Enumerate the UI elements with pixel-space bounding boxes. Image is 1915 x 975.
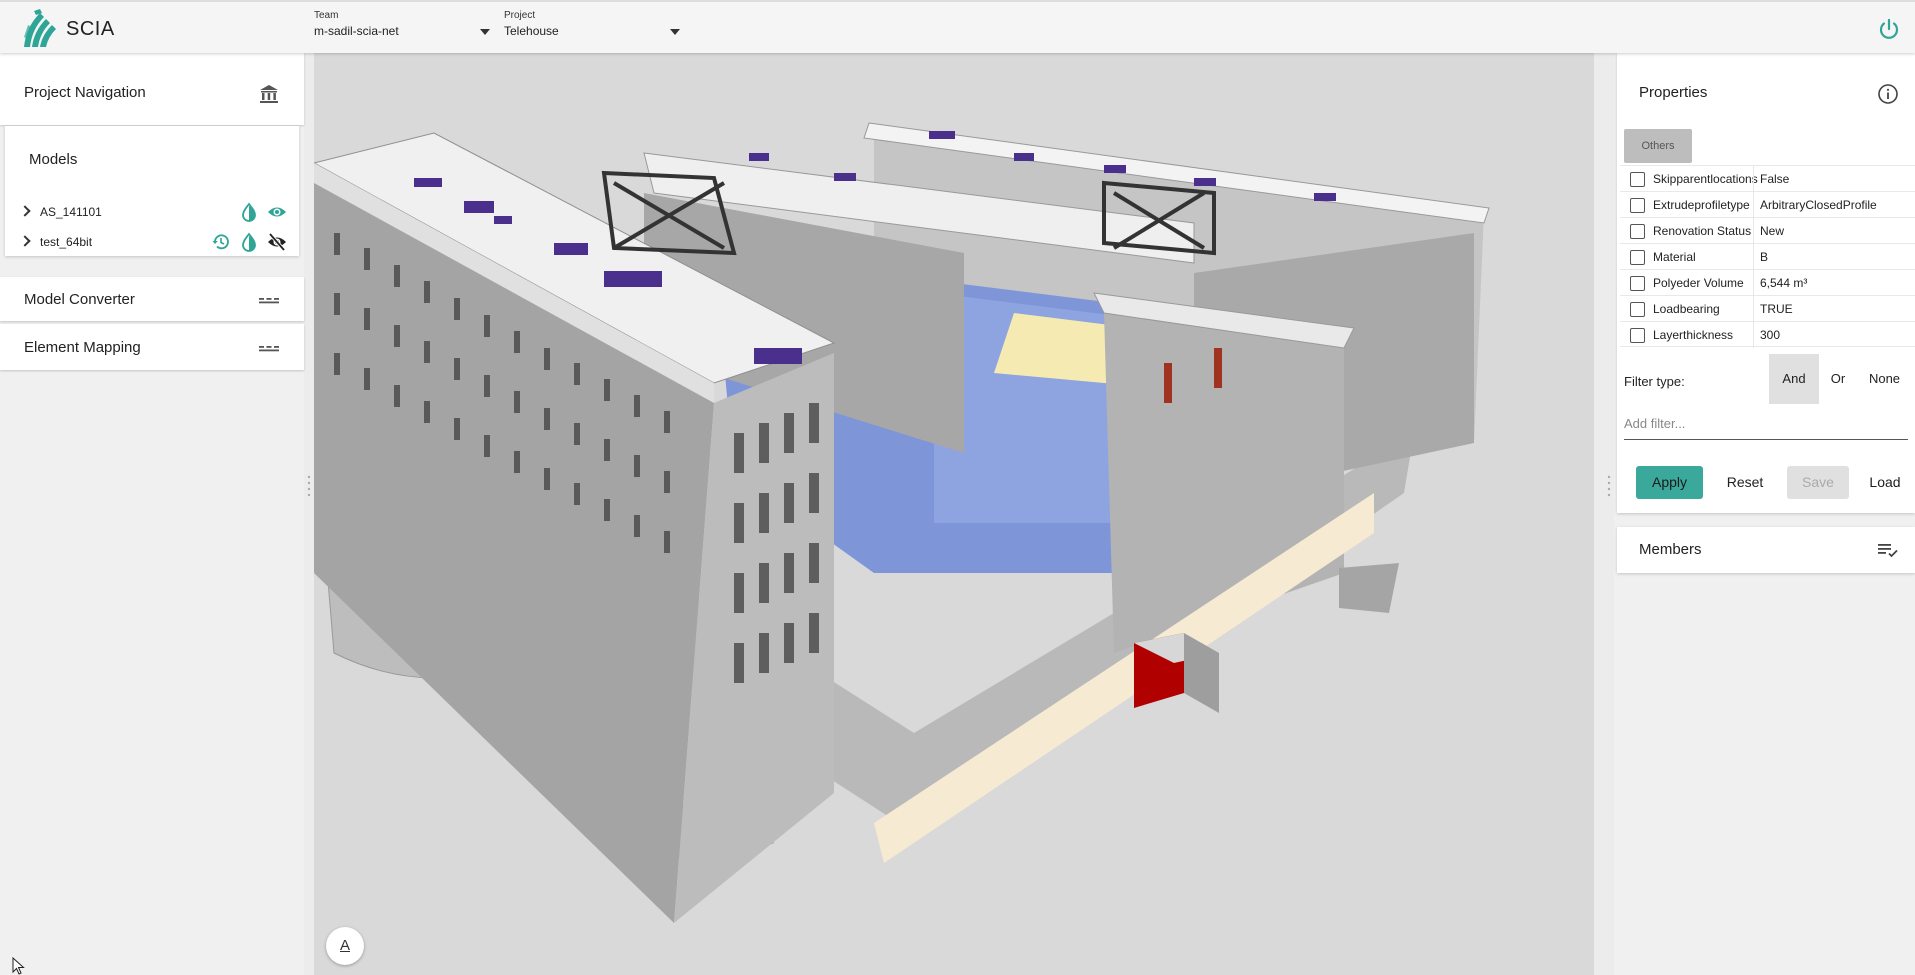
property-name: Layerthickness xyxy=(1653,328,1734,342)
chevron-right-icon[interactable] xyxy=(19,205,31,217)
bank-icon[interactable] xyxy=(258,83,280,105)
property-value: 300 xyxy=(1753,322,1780,348)
property-value: TRUE xyxy=(1753,296,1793,322)
chevron-down-icon xyxy=(480,29,490,35)
scia-logo-icon xyxy=(24,9,56,47)
property-name: Skipparentlocations xyxy=(1653,172,1758,186)
properties-card: Properties Others Skipparentlocations Fa… xyxy=(1617,53,1915,513)
info-icon[interactable] xyxy=(1877,83,1899,105)
right-splitter-handle[interactable] xyxy=(1606,473,1612,503)
team-selector[interactable]: Team m-sadil-scia-net xyxy=(314,10,490,46)
property-checkbox[interactable] xyxy=(1630,276,1645,291)
right-panel: Properties Others Skipparentlocations Fa… xyxy=(1614,53,1915,975)
eye-off-icon[interactable] xyxy=(267,232,287,252)
left-splitter-handle[interactable] xyxy=(306,473,312,503)
mouse-cursor-icon xyxy=(12,957,25,975)
property-checkbox[interactable] xyxy=(1630,250,1645,265)
history-icon[interactable] xyxy=(211,232,231,252)
property-checkbox[interactable] xyxy=(1630,224,1645,239)
converter-icon[interactable] xyxy=(258,289,280,311)
property-row: Loadbearing TRUE xyxy=(1620,295,1915,322)
chevron-down-icon xyxy=(670,29,680,35)
element-mapping-card[interactable]: Element Mapping xyxy=(0,324,304,370)
mapping-icon[interactable] xyxy=(258,337,280,359)
load-button[interactable]: Load xyxy=(1855,466,1915,499)
filter-type-label: Filter type: xyxy=(1624,374,1685,389)
filter-or-button[interactable]: Or xyxy=(1819,354,1857,404)
models-title: Models xyxy=(29,151,78,168)
property-name: Polyeder Volume xyxy=(1653,276,1744,290)
project-label: Project xyxy=(504,10,536,21)
filter-and-button[interactable]: And xyxy=(1769,354,1819,404)
project-value: Telehouse xyxy=(504,24,559,38)
property-checkbox[interactable] xyxy=(1630,172,1645,187)
property-value: B xyxy=(1753,244,1768,270)
element-mapping-title: Element Mapping xyxy=(24,339,141,356)
model-converter-title: Model Converter xyxy=(24,291,135,308)
members-card[interactable]: Members xyxy=(1617,527,1915,573)
tab-others[interactable]: Others xyxy=(1624,129,1692,163)
property-row: Material B xyxy=(1620,243,1915,270)
chevron-right-icon[interactable] xyxy=(19,235,31,247)
save-button[interactable]: Save xyxy=(1787,466,1849,499)
property-row: Skipparentlocations False xyxy=(1620,165,1915,192)
model-converter-card[interactable]: Model Converter xyxy=(0,277,304,321)
team-value: m-sadil-scia-net xyxy=(314,24,399,38)
property-checkbox[interactable] xyxy=(1630,328,1645,343)
property-row: Polyeder Volume 6,544 m³ xyxy=(1620,269,1915,296)
property-value: False xyxy=(1753,166,1789,192)
checklist-icon[interactable] xyxy=(1877,539,1899,561)
apply-button[interactable]: Apply xyxy=(1636,466,1703,499)
property-row: Layerthickness 300 xyxy=(1620,321,1915,348)
top-bar: SCIA Team m-sadil-scia-net Project Teleh… xyxy=(0,0,1915,53)
left-panel: Project Navigation Models AS_141101 test… xyxy=(0,53,304,975)
property-row: Extrudeprofiletype ArbitraryClosedProfil… xyxy=(1620,191,1915,218)
model-row[interactable]: test_64bit xyxy=(17,231,297,253)
members-title: Members xyxy=(1639,541,1702,558)
model-name: AS_141101 xyxy=(40,205,102,219)
eye-icon[interactable] xyxy=(267,202,287,222)
brand-name: SCIA xyxy=(66,18,115,40)
project-selector[interactable]: Project Telehouse xyxy=(504,10,680,46)
opacity-icon[interactable] xyxy=(239,202,259,222)
property-name: Material xyxy=(1653,250,1696,264)
project-navigation-title: Project Navigation xyxy=(24,84,146,101)
filter-none-button[interactable]: None xyxy=(1857,354,1912,404)
project-navigation-card[interactable]: Project Navigation xyxy=(0,53,304,125)
add-filter-input[interactable]: Add filter... xyxy=(1624,416,1908,440)
reset-button[interactable]: Reset xyxy=(1715,466,1775,499)
property-value: ArbitraryClosedProfile xyxy=(1753,192,1877,218)
property-row: Renovation Status New xyxy=(1620,217,1915,244)
opacity-icon[interactable] xyxy=(239,232,259,252)
3d-viewport[interactable]: A xyxy=(314,53,1594,975)
property-name: Loadbearing xyxy=(1653,302,1720,316)
property-value: 6,544 m³ xyxy=(1753,270,1807,296)
model-row[interactable]: AS_141101 xyxy=(17,201,297,223)
property-value: New xyxy=(1753,218,1784,244)
power-icon[interactable] xyxy=(1877,17,1901,41)
team-label: Team xyxy=(314,10,339,21)
property-name: Extrudeprofiletype xyxy=(1653,198,1750,212)
model-name: test_64bit xyxy=(40,235,93,249)
properties-title: Properties xyxy=(1639,84,1708,101)
view-cube-button[interactable]: A xyxy=(326,927,364,965)
building-model[interactable] xyxy=(314,53,1594,975)
models-card: Models AS_141101 test_64bit xyxy=(5,126,299,256)
property-checkbox[interactable] xyxy=(1630,198,1645,213)
property-checkbox[interactable] xyxy=(1630,302,1645,317)
property-name: Renovation Status xyxy=(1653,224,1752,238)
